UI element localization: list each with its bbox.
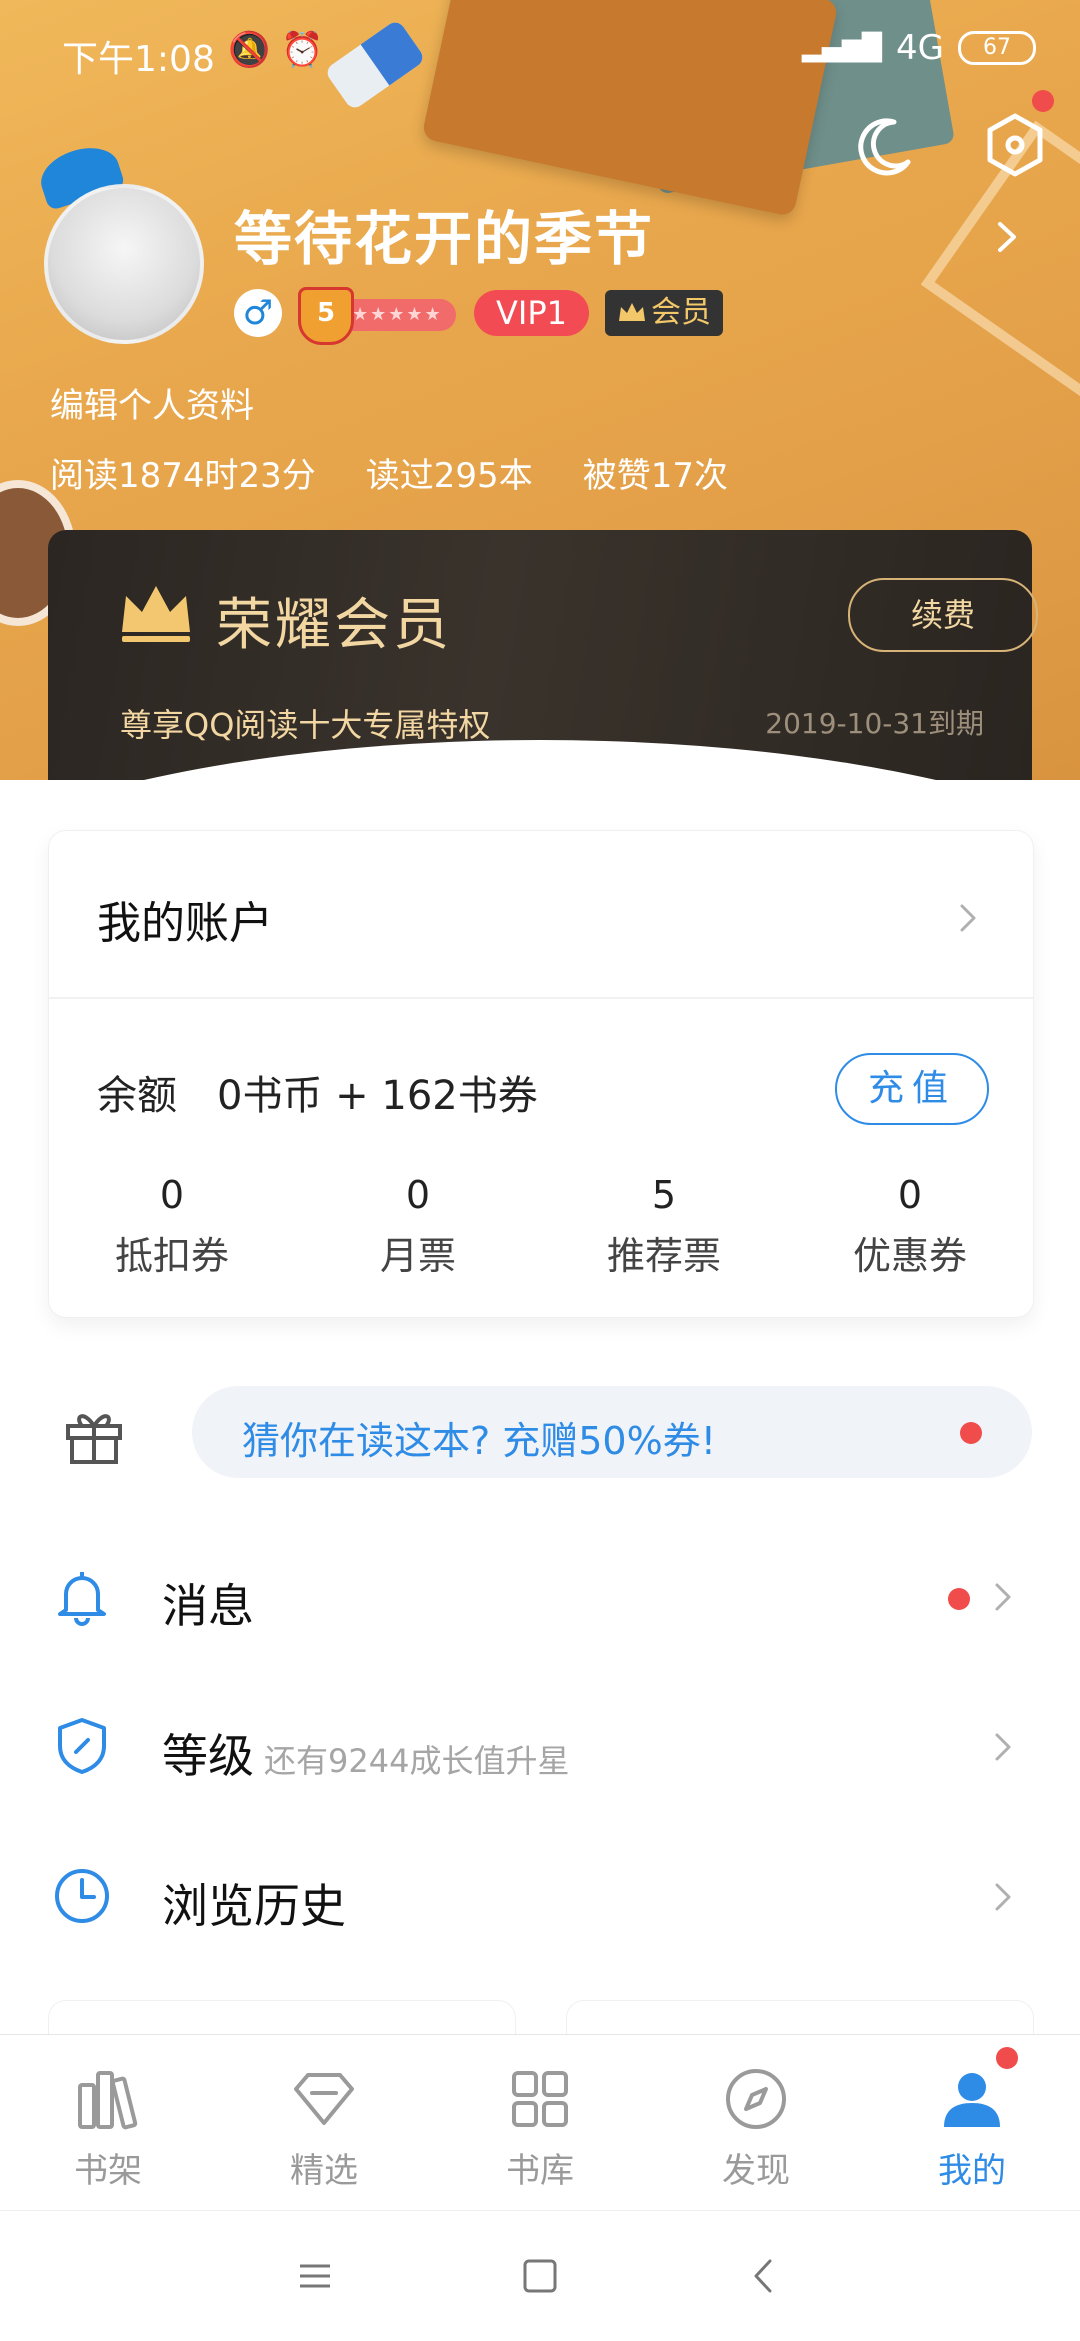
menu-item-history[interactable]: 浏览历史 [0,1836,1080,1956]
home-square-icon[interactable] [515,2251,565,2301]
account-title[interactable]: 我的账户 [97,887,273,951]
renew-button[interactable]: 续费 [848,578,1038,652]
chevron-right-icon [995,1733,1011,1761]
nav-label: 发现 [722,2151,790,2191]
settings-notification-dot [1032,90,1054,112]
avatar[interactable] [44,184,204,344]
grid-icon [512,2071,568,2127]
promo-notification-dot [960,1422,982,1444]
ticket-deduction[interactable]: 0 抵扣券 [49,1173,295,1280]
status-indicators: ▂▄▆█ 4G 67 [802,28,1036,68]
compass-icon [726,2069,786,2129]
ticket-value: 0 [897,1173,923,1217]
ticket-value: 0 [405,1173,431,1217]
night-mode-button[interactable] [850,110,920,180]
nav-library[interactable]: 书库 [432,2035,648,2211]
level-label: 等级 [162,1729,254,1783]
ticket-label: 抵扣券 [114,1234,229,1278]
settings-button[interactable] [980,90,1054,180]
system-nav-bar [0,2210,1080,2341]
ticket-label: 优惠券 [852,1234,967,1278]
ticket-label: 月票 [379,1234,456,1278]
vip-title: 荣耀会员 [216,593,452,658]
moon-icon [858,118,911,176]
nav-featured[interactable]: 精选 [216,2035,432,2211]
stat-likes[interactable]: 被赞17次 [583,448,728,497]
menu-label: 浏览历史 [162,1879,346,1933]
mute-alarm-icons: 🔕 ⏰ [228,30,324,70]
menu-label: 消息 [162,1579,254,1633]
chevron-right-icon[interactable] [953,903,983,933]
vip-badge[interactable]: VIP1 [474,290,589,336]
battery-icon: 67 [958,31,1036,65]
network-type: 4G [896,28,944,68]
messages-notification-dot [948,1588,970,1610]
level-growth-hint: 还有9244成长值升星 [264,1742,570,1780]
crown-icon [618,303,645,321]
level-number: 5 [298,287,354,345]
vip-expiry: 2019-10-31到期 [765,707,984,740]
stat-books-read[interactable]: 读过295本 [366,448,533,497]
ticket-coupon[interactable]: 0 优惠券 [787,1173,1033,1280]
nav-discover[interactable]: 发现 [648,2035,864,2211]
menu-label: 等级 还有9244成长值升星 [162,1720,569,1786]
username[interactable]: 等待花开的季节 [234,192,654,276]
member-badge[interactable]: 会员 [604,290,723,336]
nav-label: 精选 [290,2151,358,2191]
nav-label: 书库 [506,2151,574,2191]
diamond-icon [294,2073,354,2125]
nav-bookshelf[interactable]: 书架 [0,2035,216,2211]
ticket-value: 5 [651,1173,677,1217]
menu-icon[interactable] [290,2251,340,2301]
ticket-monthly[interactable]: 0 月票 [295,1173,541,1280]
profile-header: 下午1:08 🔕 ⏰ ▂▄▆█ 4G 67 等待花开的季节 ♂ ★★★★★ 5 … [0,0,1080,780]
chevron-right-icon[interactable] [990,220,1024,254]
status-time: 下午1:08 [62,39,215,80]
promo-text: 猜你在读这本? 充赠50%券! [242,1419,716,1463]
back-icon[interactable] [740,2251,790,2301]
ticket-row: 0 抵扣券 0 月票 5 推荐票 0 优惠券 [49,1173,1033,1280]
vip-description: 尊享QQ阅读十大专属特权 [120,706,491,744]
account-card: 我的账户 余额 0书币 + 162书券 充值 0 抵扣券 0 月票 5 推荐票 … [48,830,1034,1318]
nav-label: 书架 [74,2151,142,2191]
bottom-nav: 书架 精选 书库 发现 我的 [0,2034,1080,2211]
clock-icon [55,1869,109,1923]
ticket-label: 推荐票 [606,1234,721,1278]
vip-crown-icon [122,586,190,642]
level-badge[interactable]: ★★★★★ 5 [298,287,458,345]
menu-item-messages[interactable]: 消息 [0,1536,1080,1656]
promo-banner[interactable]: 猜你在读这本? 充赠50%券! [192,1386,1032,1478]
chevron-right-icon [995,1583,1011,1611]
menu-item-level[interactable]: 等级 还有9244成长值升星 [0,1686,1080,1806]
chevron-right-icon [995,1883,1011,1911]
level-stars-icon: ★★★★★ [338,299,456,331]
member-label: 会员 [650,295,711,330]
status-bar: 下午1:08 🔕 ⏰ ▂▄▆█ 4G 67 [0,0,1080,100]
balance-label: 余额 [97,1073,177,1119]
ticket-value: 0 [159,1173,185,1217]
bell-icon [58,1572,106,1626]
edit-profile-link[interactable]: 编辑个人资料 [50,378,254,427]
balance-value: 0书币 + 162书券 [217,1073,538,1119]
nav-label: 我的 [938,2151,1006,2191]
gift-icon[interactable] [62,1406,126,1466]
signal-icon: ▂▄▆█ [802,33,883,63]
divider [49,997,1033,999]
bookshelf-icon [78,2071,138,2130]
stat-reading-time[interactable]: 阅读1874时23分 [50,448,316,497]
badge-row: ♂ ★★★★★ 5 VIP1 会员 [234,287,723,345]
male-gender-icon: ♂ [234,289,282,337]
hexagon-settings-icon [987,113,1043,177]
nav-profile[interactable]: 我的 [864,2035,1080,2211]
profile-notification-dot [996,2047,1018,2069]
recharge-button[interactable]: 充值 [835,1053,989,1125]
reading-stats: 阅读1874时23分 读过295本 被赞17次 [50,448,728,497]
profile-icon [944,2073,1000,2127]
ticket-recommend[interactable]: 5 推荐票 [541,1173,787,1280]
shield-icon [58,1718,106,1774]
